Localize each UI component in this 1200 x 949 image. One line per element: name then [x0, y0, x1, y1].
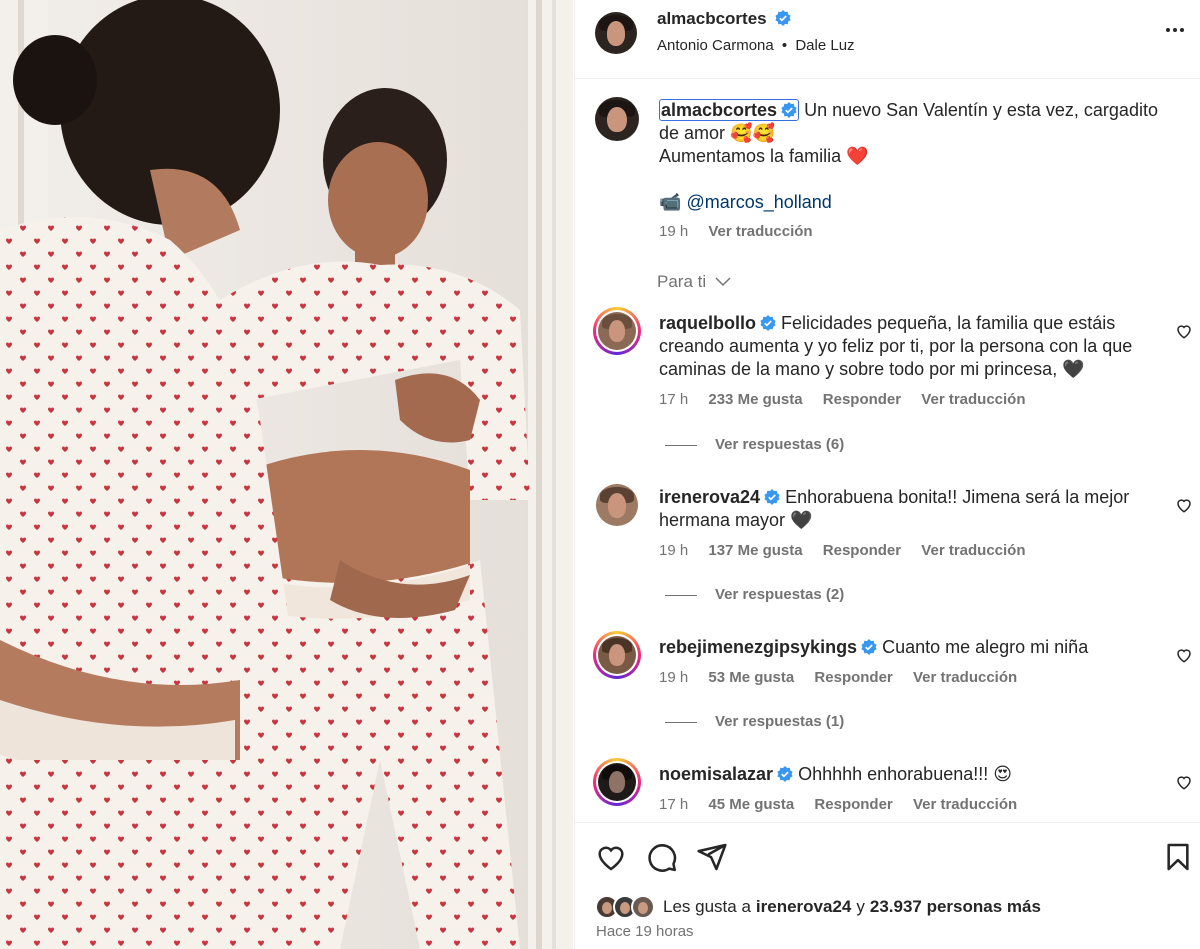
comment-reply-button[interactable]: Responder: [814, 669, 892, 686]
post-actions: Les gusta a irenerova24 y 23.937 persona…: [575, 822, 1200, 949]
heart-icon[interactable]: [1175, 773, 1193, 791]
audio-separator: •: [781, 37, 788, 54]
comment-reply-button[interactable]: Responder: [814, 796, 892, 813]
comment-meta: 17 h 233 Me gusta Responder Ver traducci…: [659, 391, 1042, 408]
comment-likes[interactable]: 137 Me gusta: [708, 542, 802, 559]
post-caption: almacbcortes Un nuevo San Valentín y est…: [659, 99, 1179, 243]
author-username[interactable]: almacbcortes: [657, 9, 767, 28]
comment-meta: 19 h 53 Me gusta Responder Ver traducció…: [659, 669, 1033, 686]
caption-username[interactable]: almacbcortes: [659, 99, 800, 121]
comment-likes[interactable]: 233 Me gusta: [708, 391, 802, 408]
comment-likes[interactable]: 53 Me gusta: [708, 669, 794, 686]
comment-likes[interactable]: 45 Me gusta: [708, 796, 794, 813]
verified-badge-icon: [760, 315, 776, 331]
verified-badge-icon: [764, 489, 780, 505]
more-options-icon[interactable]: [1163, 18, 1187, 42]
comment-avatar[interactable]: [593, 758, 641, 806]
verified-badge-icon: [777, 766, 793, 782]
verified-badge-icon: [861, 639, 877, 655]
comment-body: noemisalazar Ohhhhh enhorabuena!!! 😍: [659, 763, 1159, 786]
audio-line[interactable]: Antonio Carmona • Dale Luz: [657, 37, 855, 54]
comment-meta: 19 h 137 Me gusta Responder Ver traducci…: [659, 542, 1042, 559]
likes-others[interactable]: 23.937 personas más: [870, 897, 1041, 917]
heart-icon[interactable]: [1175, 496, 1193, 514]
share-icon[interactable]: [696, 841, 728, 873]
comment-body: rebejimenezgipsykings Cuanto me alegro m…: [659, 636, 1159, 659]
heart-icon[interactable]: [1175, 646, 1193, 664]
caption-time[interactable]: 19 h: [659, 223, 688, 240]
caption-avatar[interactable]: [595, 97, 639, 141]
caption-username-text[interactable]: almacbcortes: [661, 100, 777, 120]
comment-avatar[interactable]: [596, 484, 638, 526]
audio-song[interactable]: Dale Luz: [795, 37, 854, 54]
heart-icon[interactable]: [595, 841, 627, 873]
verified-badge-icon: [775, 10, 791, 26]
comments-filter[interactable]: Para ti: [657, 272, 731, 292]
comment-translate[interactable]: Ver traducción: [913, 669, 1017, 686]
comment-translate[interactable]: Ver traducción: [921, 391, 1025, 408]
heart-icon[interactable]: [1175, 322, 1193, 340]
view-replies-button[interactable]: Ver respuestas (6): [665, 436, 844, 453]
author-line: almacbcortes: [657, 9, 791, 29]
comment-time[interactable]: 17 h: [659, 796, 688, 813]
post-image[interactable]: [0, 0, 573, 949]
comment-meta: 17 h 45 Me gusta Responder Ver traducció…: [659, 796, 1033, 813]
comment-time[interactable]: 19 h: [659, 669, 688, 686]
caption-translate[interactable]: Ver traducción: [708, 223, 812, 240]
comment-username[interactable]: rebejimenezgipsykings: [659, 637, 857, 657]
comment-reply-button[interactable]: Responder: [823, 391, 901, 408]
comment-time[interactable]: 19 h: [659, 542, 688, 559]
view-replies-label[interactable]: Ver respuestas (6): [715, 436, 844, 453]
view-replies-button[interactable]: Ver respuestas (2): [665, 586, 844, 603]
post-header: almacbcortes Antonio Carmona • Dale Luz: [575, 0, 1200, 79]
comment-avatar[interactable]: [593, 307, 641, 355]
camera-emoji: 📹: [659, 192, 682, 212]
comment-text: Ohhhhh enhorabuena!!! 😍: [798, 764, 1013, 784]
view-replies-label[interactable]: Ver respuestas (2): [715, 586, 844, 603]
comment-username[interactable]: raquelbollo: [659, 313, 756, 333]
audio-artist[interactable]: Antonio Carmona: [657, 37, 774, 54]
comment-icon[interactable]: [646, 841, 678, 873]
comment-time[interactable]: 17 h: [659, 391, 688, 408]
post-side-panel: almacbcortes Antonio Carmona • Dale Luz …: [574, 0, 1200, 949]
comment-translate[interactable]: Ver traducción: [913, 796, 1017, 813]
caption-line2: Aumentamos la familia ❤️: [659, 146, 869, 166]
comment-body: irenerova24 Enhorabuena bonita!! Jimena …: [659, 486, 1159, 532]
view-replies-label[interactable]: Ver respuestas (1): [715, 713, 844, 730]
comment-text: Cuanto me alegro mi niña: [882, 637, 1089, 657]
caption-mention[interactable]: @marcos_holland: [686, 192, 831, 212]
likes-summary[interactable]: Les gusta a irenerova24 y 23.937 persona…: [595, 895, 1041, 919]
posted-ago[interactable]: Hace 19 horas: [596, 923, 694, 940]
view-replies-button[interactable]: Ver respuestas (1): [665, 713, 844, 730]
author-avatar[interactable]: [595, 12, 637, 54]
liker-avatar: [631, 895, 655, 919]
chevron-down-icon: [715, 277, 731, 287]
likes-prefix: Les gusta a: [663, 897, 751, 916]
likes-joiner: y: [856, 897, 865, 916]
verified-badge-icon: [781, 102, 797, 118]
comment-username[interactable]: noemisalazar: [659, 764, 773, 784]
comment-reply-button[interactable]: Responder: [823, 542, 901, 559]
bookmark-icon[interactable]: [1162, 841, 1194, 873]
comment-username[interactable]: irenerova24: [659, 487, 760, 507]
comment-body: raquelbollo Felicidades pequeña, la fami…: [659, 312, 1159, 381]
likes-first-user[interactable]: irenerova24: [756, 897, 851, 917]
comment-avatar[interactable]: [593, 631, 641, 679]
comments-filter-label[interactable]: Para ti: [657, 272, 706, 291]
comment-translate[interactable]: Ver traducción: [921, 542, 1025, 559]
